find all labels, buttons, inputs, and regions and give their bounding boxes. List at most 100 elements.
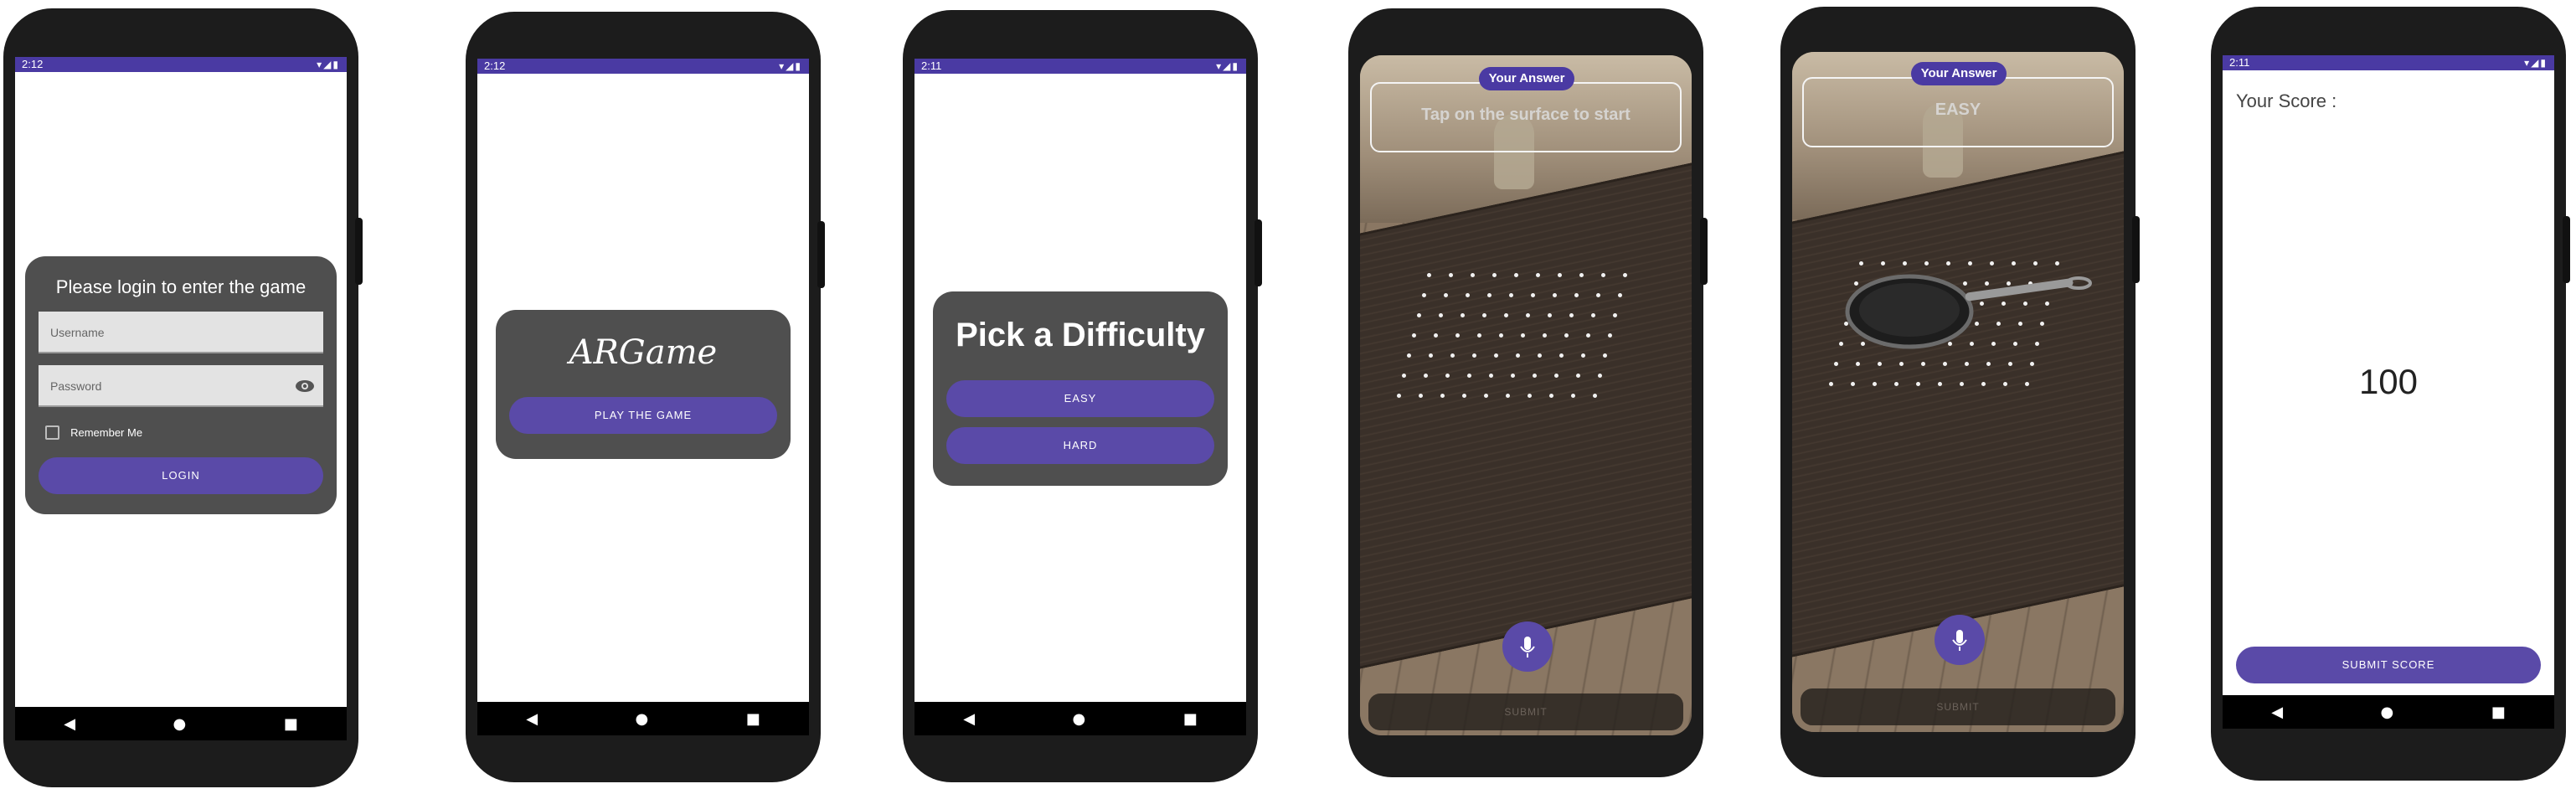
- submit-button[interactable]: SUBMIT: [1801, 688, 2115, 725]
- plane-dot: [1623, 273, 1627, 277]
- plane-dot: [1434, 333, 1438, 338]
- recent-apps-icon[interactable]: ■: [284, 715, 298, 733]
- recent-apps-icon[interactable]: ■: [1183, 710, 1198, 728]
- home-icon[interactable]: ●: [636, 710, 649, 728]
- mic-button[interactable]: [1502, 621, 1553, 672]
- plane-dot: [2030, 362, 2034, 366]
- power-button: [1255, 219, 1262, 286]
- plane-dot: [1504, 313, 1508, 317]
- plane-dot: [1873, 382, 1877, 386]
- plane-dot: [1960, 382, 1964, 386]
- submit-button[interactable]: SUBMIT: [1368, 693, 1683, 730]
- plane-dot: [1402, 374, 1406, 378]
- plane-dot: [1851, 382, 1855, 386]
- app-logo: ARGame: [569, 333, 718, 372]
- plane-dot: [1834, 362, 1838, 366]
- plane-dot: [2025, 382, 2029, 386]
- phone-home: 2:12 ▾◢▮ ARGame PLAY THE GAME ◀ ● ■: [466, 12, 825, 782]
- plane-dot: [1549, 394, 1553, 398]
- nav-bar: ◀ ● ■: [2223, 695, 2554, 729]
- mic-icon: [1520, 637, 1535, 657]
- plane-dot: [1427, 273, 1431, 277]
- submit-score-button[interactable]: SUBMIT SCORE: [2236, 647, 2541, 683]
- plane-dot: [1603, 353, 1607, 358]
- password-field[interactable]: Password: [39, 365, 323, 407]
- login-button[interactable]: LOGIN: [39, 457, 323, 494]
- power-button: [2563, 216, 2570, 283]
- plane-dot: [1548, 313, 1552, 317]
- plane-dot: [1444, 293, 1448, 297]
- status-time: 2:11: [2229, 56, 2250, 69]
- status-bar: 2:11 ▾◢▮: [2223, 55, 2554, 70]
- plane-dot: [1422, 293, 1426, 297]
- plane-dot: [1466, 293, 1470, 297]
- plane-dot: [2008, 362, 2012, 366]
- status-icons: ▾◢▮: [2524, 57, 2548, 69]
- plane-dot: [1938, 382, 1942, 386]
- plane-dot: [1613, 313, 1617, 317]
- plane-dot: [1564, 333, 1569, 338]
- nav-bar: ◀ ● ■: [914, 702, 1246, 735]
- home-icon[interactable]: ●: [2381, 704, 2394, 721]
- back-icon[interactable]: ◀: [963, 710, 975, 728]
- plane-dot: [1571, 394, 1575, 398]
- screen-login: 2:12 ▾◢▮ Please login to enter the game …: [15, 57, 347, 707]
- plane-dot: [1467, 374, 1471, 378]
- screen-difficulty: 2:11 ▾◢▮ Pick a Difficulty EASY HARD: [914, 59, 1246, 702]
- plane-dot: [1429, 353, 1433, 358]
- status-bar: 2:12 ▾◢▮: [477, 59, 809, 74]
- difficulty-title: Pick a Difficulty: [956, 317, 1205, 353]
- plane-dot: [1569, 313, 1574, 317]
- recent-apps-icon[interactable]: ■: [2491, 704, 2506, 721]
- status-time: 2:12: [484, 59, 506, 72]
- plane-dot: [1494, 353, 1498, 358]
- home-icon[interactable]: ●: [1073, 710, 1086, 728]
- plane-dot: [1528, 394, 1532, 398]
- plane-dot: [1559, 353, 1564, 358]
- power-button: [1700, 218, 1708, 285]
- plane-dot: [1586, 333, 1590, 338]
- plane-dot: [1449, 273, 1453, 277]
- plane-dot: [1412, 333, 1416, 338]
- username-field[interactable]: Username: [39, 312, 323, 353]
- score-value: 100: [2358, 362, 2419, 401]
- plane-dot: [1471, 273, 1475, 277]
- plane-dot: [1581, 353, 1585, 358]
- plane-dot: [1591, 313, 1595, 317]
- recent-apps-icon[interactable]: ■: [746, 710, 760, 728]
- screen-ar-start[interactable]: Your Answer Tap on the surface to start …: [1360, 55, 1692, 735]
- plane-dot: [1574, 293, 1579, 297]
- difficulty-card: Pick a Difficulty EASY HARD: [933, 291, 1228, 486]
- plane-dot: [1492, 273, 1497, 277]
- back-icon[interactable]: ◀: [526, 710, 538, 728]
- screen-ar-object[interactable]: Your Answer EASY SUBMIT: [1792, 52, 2124, 732]
- easy-button[interactable]: EASY: [946, 380, 1214, 417]
- plane-dot: [1511, 374, 1515, 378]
- checkbox-icon[interactable]: [45, 425, 59, 440]
- rug: [1792, 147, 2124, 661]
- frying-pan-object[interactable]: [1842, 261, 2102, 353]
- your-answer-label: Your Answer: [1479, 67, 1574, 90]
- score-label: Your Score :: [2236, 90, 2337, 111]
- back-icon[interactable]: ◀: [2271, 704, 2283, 721]
- back-icon[interactable]: ◀: [64, 715, 75, 733]
- home-icon[interactable]: ●: [173, 715, 187, 733]
- hard-button[interactable]: HARD: [946, 427, 1214, 464]
- plane-dot: [1878, 362, 1882, 366]
- phone-login: 2:12 ▾◢▮ Please login to enter the game …: [3, 8, 363, 787]
- phone-score: 2:11 ▾◢▮ Your Score : 100 SUBMIT SCORE ◀…: [2211, 7, 2570, 781]
- play-game-button[interactable]: PLAY THE GAME: [509, 397, 777, 434]
- plane-dot: [1526, 313, 1530, 317]
- plane-dot: [1487, 293, 1492, 297]
- plane-dot: [1554, 374, 1558, 378]
- eye-icon[interactable]: [295, 379, 315, 393]
- plane-dot: [1921, 362, 1925, 366]
- plane-dot: [1424, 374, 1428, 378]
- plane-dot: [1531, 293, 1535, 297]
- login-card: Please login to enter the game Username …: [25, 256, 337, 514]
- plane-dot: [1538, 353, 1542, 358]
- plane-dot: [1514, 273, 1518, 277]
- mic-button[interactable]: [1935, 615, 1985, 665]
- plane-dot: [1596, 293, 1600, 297]
- remember-me-row[interactable]: Remember Me: [45, 424, 142, 441]
